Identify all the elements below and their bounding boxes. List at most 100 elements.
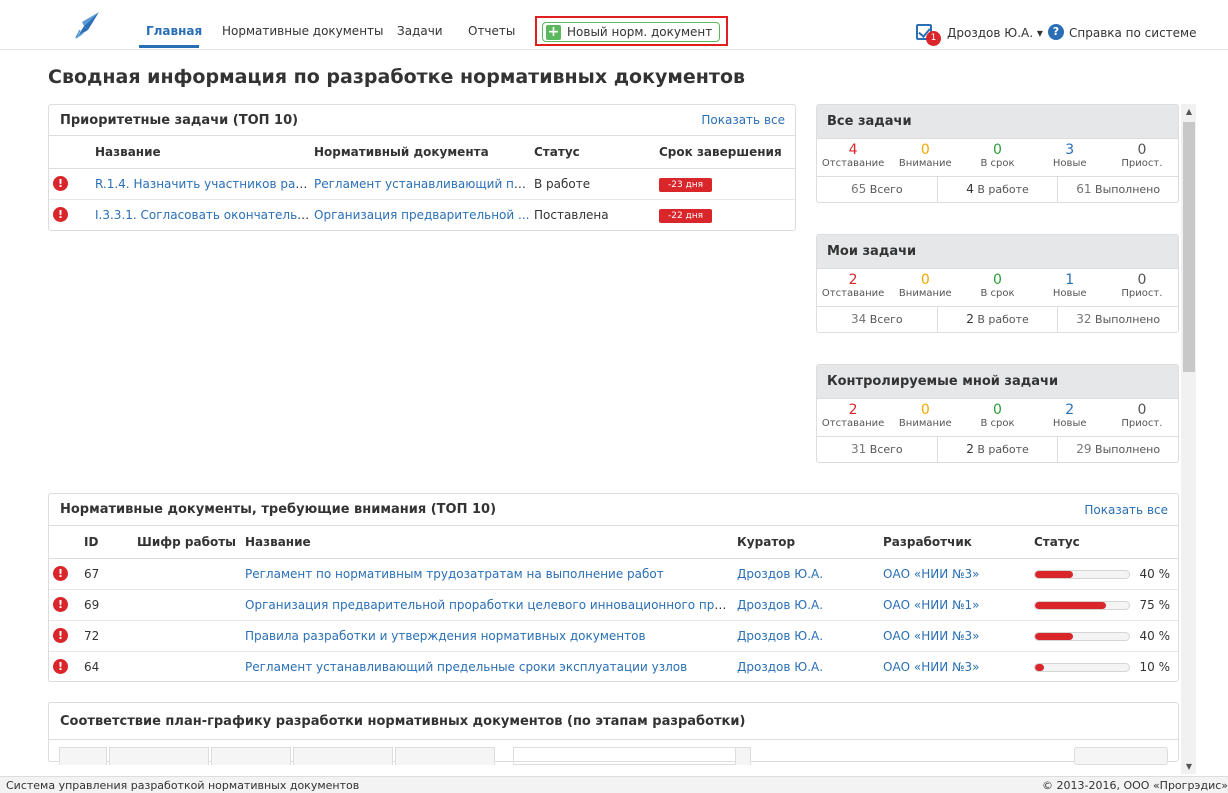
stat-attention[interactable]: 0 Внимание (889, 399, 961, 436)
doc-code (133, 589, 241, 621)
show-all-link[interactable]: Показать все (701, 105, 785, 136)
alert-icon: ! (53, 597, 68, 612)
total-in-work[interactable]: 2 В работе (938, 437, 1059, 462)
table-row: ! R.1.4. Назначить участников раз... Рег… (49, 168, 795, 200)
help-icon[interactable]: ? (1048, 24, 1064, 40)
document-link[interactable]: Регламент устанавливающий пр... (314, 177, 530, 191)
curator-link[interactable]: Дроздов Ю.А. (737, 629, 823, 643)
total-done[interactable]: 29 Выполнено (1058, 437, 1178, 462)
table-row: ! I.3.3.1. Согласовать окончательн... Ор… (49, 199, 795, 230)
total-all[interactable]: 31 Всего (817, 437, 938, 462)
progress-percent: 40 % (1139, 566, 1171, 581)
doc-id: 67 (80, 558, 133, 590)
task-link[interactable]: I.3.3.1. Согласовать окончательн... (95, 208, 310, 222)
developer-link[interactable]: ОАО «НИИ №1» (883, 598, 980, 612)
page-title: Сводная информация по разработке нормати… (48, 66, 746, 88)
active-tab-indicator (139, 45, 199, 48)
attention-docs-table: ID Шифр работы Название Куратор Разработ… (49, 526, 1178, 682)
footer: Система управления разработкой нормативн… (0, 776, 1228, 793)
col-header-status[interactable]: Статус (530, 136, 655, 169)
status-text: Поставлена (534, 207, 609, 222)
progress-bar (1034, 662, 1130, 672)
progress-percent: 75 % (1139, 597, 1171, 612)
developer-link[interactable]: ОАО «НИИ №3» (883, 567, 980, 581)
plan-tab[interactable] (109, 747, 209, 765)
alert-icon: ! (53, 207, 68, 223)
stat-paused[interactable]: 0 Приост. (1106, 269, 1178, 306)
total-all[interactable]: 65 Всего (817, 177, 938, 202)
developer-link[interactable]: ОАО «НИИ №3» (883, 660, 980, 674)
table-row: ! 67 Регламент по нормативным трудозатрата… (49, 558, 1178, 590)
new-document-button[interactable]: + Новый норм. документ (542, 22, 720, 42)
stat-new[interactable]: 2 Новые (1034, 399, 1106, 436)
col-header-name[interactable]: Название (241, 526, 733, 559)
total-all[interactable]: 34 Всего (817, 307, 938, 332)
document-link[interactable]: Организация предварительной проработки ц… (245, 598, 733, 612)
show-all-link[interactable]: Показать все (1084, 494, 1168, 526)
panel-title: Соответствие план-графику разработки нор… (60, 714, 746, 729)
rocket-logo-icon[interactable] (74, 10, 102, 40)
plan-action-button[interactable] (1074, 747, 1168, 765)
user-menu[interactable]: Дроздов Ю.А. ▾ (947, 26, 1043, 40)
total-done[interactable]: 61 Выполнено (1058, 177, 1178, 202)
stat-paused[interactable]: 0 Приост. (1106, 139, 1178, 176)
document-link[interactable]: Правила разработки и утверждения нормати… (245, 629, 646, 643)
plan-tab[interactable] (211, 747, 291, 765)
progress-bar (1034, 600, 1130, 610)
progress-percent: 40 % (1139, 628, 1171, 643)
stat-lagging[interactable]: 2 Отставание (817, 399, 889, 436)
scrollbar-thumb[interactable] (1183, 122, 1195, 372)
stat-on-time[interactable]: 0В срок (961, 139, 1033, 176)
document-link[interactable]: Организация предварительной ... (314, 208, 529, 222)
overdue-badge: -23 дня (659, 177, 713, 192)
scroll-down-arrow-icon[interactable]: ▼ (1184, 762, 1194, 771)
plan-tab[interactable] (293, 747, 393, 765)
stat-attention[interactable]: 0 Внимание (889, 269, 961, 306)
stat-panel-title: Мои задачи (817, 235, 1178, 269)
nav-item-reports[interactable]: Отчеты (468, 24, 515, 38)
col-header-name[interactable]: Название (91, 136, 310, 169)
developer-link[interactable]: ОАО «НИИ №3» (883, 629, 980, 643)
col-header-developer[interactable]: Разработчик (879, 526, 1030, 559)
my-tasks-panel: Мои задачи 2 Отставание 0 Внимание 0В срок… (816, 234, 1179, 333)
document-link[interactable]: Регламент по нормативным трудозатратам н… (245, 567, 664, 581)
plan-tabs (59, 747, 497, 765)
stat-new[interactable]: 1 Новые (1034, 269, 1106, 306)
col-header-id[interactable]: ID (80, 526, 133, 559)
col-header-deadline[interactable]: Срок завершения (655, 136, 795, 169)
stat-lagging[interactable]: 2 Отставание (817, 269, 889, 306)
plan-tab[interactable] (59, 747, 107, 765)
curator-link[interactable]: Дроздов Ю.А. (737, 567, 823, 581)
task-link[interactable]: R.1.4. Назначить участников раз... (95, 177, 310, 191)
nav-item-normative-docs[interactable]: Нормативные документы (222, 24, 384, 38)
scroll-up-arrow-icon[interactable]: ▲ (1184, 107, 1194, 116)
col-header-curator[interactable]: Куратор (733, 526, 879, 559)
all-tasks-panel: Все задачи 4 Отставание 0 Внимание 0В срок… (816, 104, 1179, 203)
curator-link[interactable]: Дроздов Ю.А. (737, 598, 823, 612)
nav-item-tasks[interactable]: Задачи (397, 24, 443, 38)
col-header-doc[interactable]: Нормативный документа (310, 136, 530, 169)
curator-link[interactable]: Дроздов Ю.А. (737, 660, 823, 674)
col-header-code[interactable]: Шифр работы (133, 526, 241, 559)
stat-new[interactable]: 3 Новые (1034, 139, 1106, 176)
doc-id: 72 (80, 620, 133, 652)
total-in-work[interactable]: 4 В работе (938, 177, 1059, 202)
total-in-work[interactable]: 2 В работе (938, 307, 1059, 332)
table-row: ! 72 Правила разработки и утверждения норм… (49, 620, 1178, 652)
help-link[interactable]: Справка по системе (1069, 26, 1197, 40)
stat-attention[interactable]: 0 Внимание (889, 139, 961, 176)
stat-paused[interactable]: 0 Приост. (1106, 399, 1178, 436)
stat-on-time[interactable]: 0В срок (961, 399, 1033, 436)
nav-item-home[interactable]: Главная (146, 24, 202, 38)
chevron-down-icon (735, 748, 750, 765)
total-done[interactable]: 32 Выполнено (1058, 307, 1178, 332)
plan-filter-select[interactable] (513, 747, 751, 765)
col-header-status[interactable]: Статус (1030, 526, 1178, 559)
document-link[interactable]: Регламент устанавливающий предельные сро… (245, 660, 687, 674)
attention-docs-panel: Нормативные документы, требующие внимани… (48, 493, 1179, 682)
panel-title: Нормативные документы, требующие внимани… (60, 502, 497, 517)
plan-tab[interactable] (395, 747, 495, 765)
stat-on-time[interactable]: 0В срок (961, 269, 1033, 306)
progress-fill (1035, 663, 1045, 671)
stat-lagging[interactable]: 4 Отставание (817, 139, 889, 176)
